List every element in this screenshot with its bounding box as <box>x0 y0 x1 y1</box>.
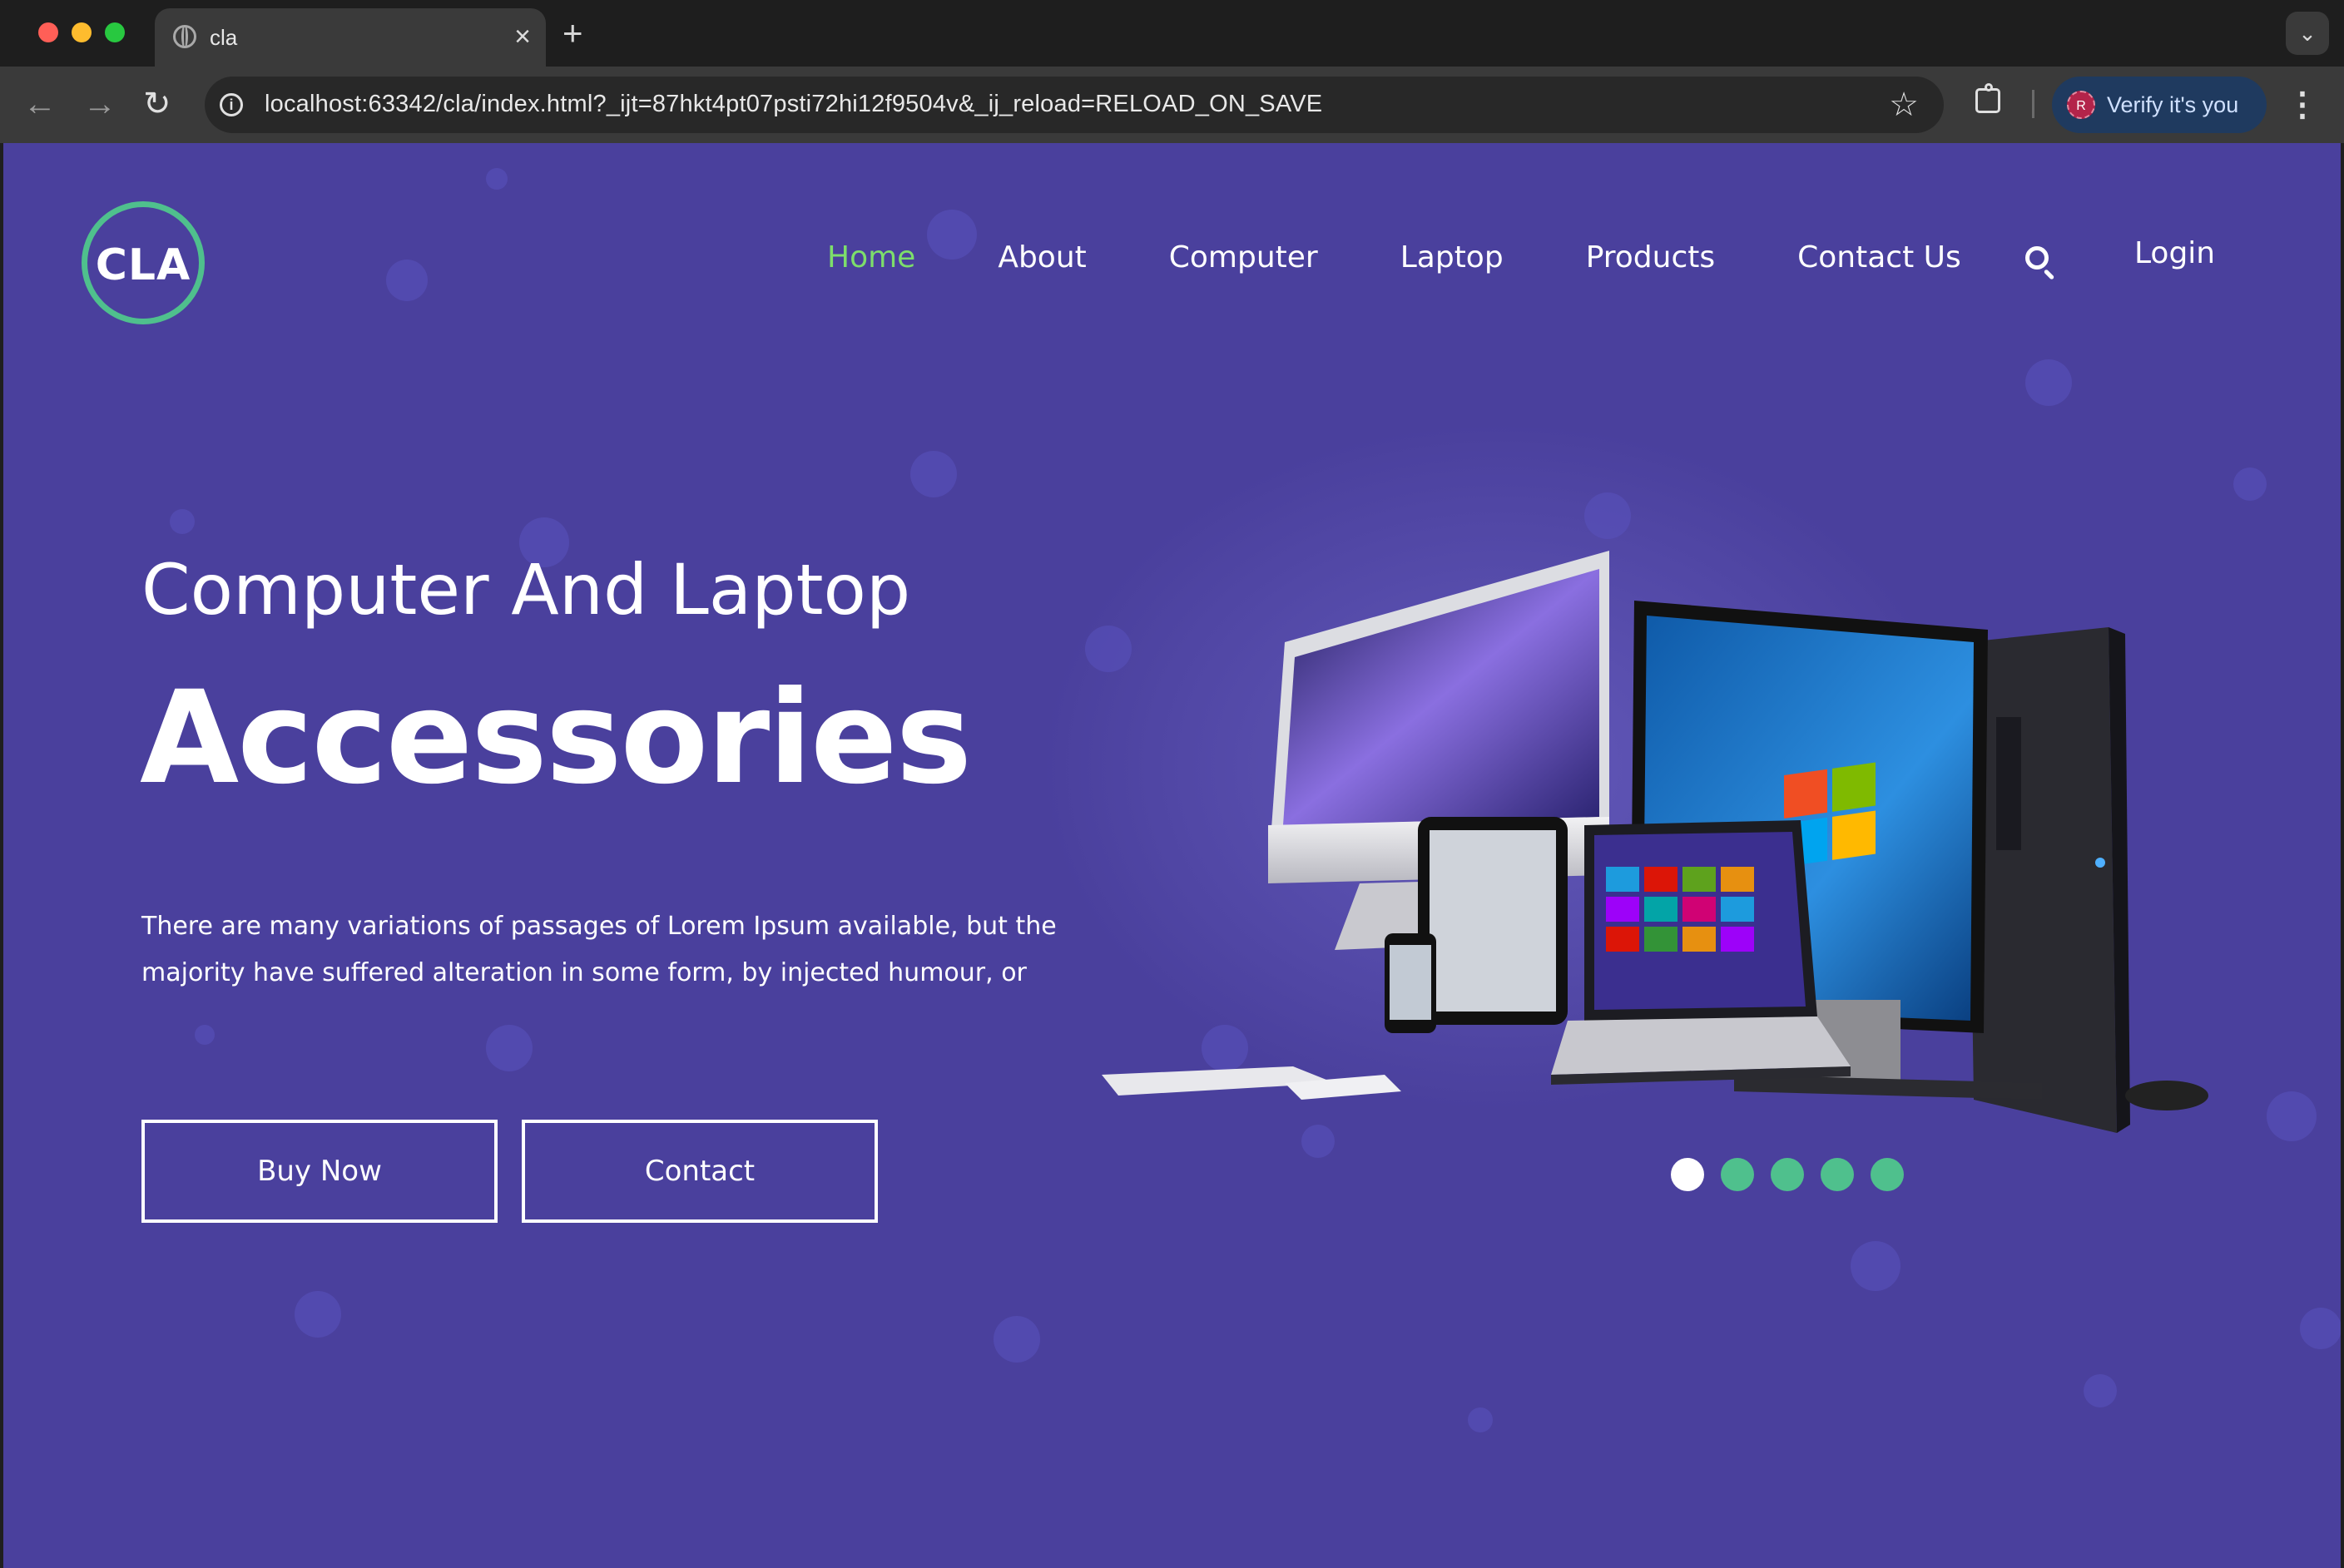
extensions-puzzle-icon[interactable] <box>1975 83 2000 113</box>
reload-icon[interactable]: ↻ <box>143 83 171 125</box>
background-bubble <box>295 1291 341 1338</box>
close-window-button[interactable] <box>38 22 58 42</box>
background-bubble <box>2025 359 2072 406</box>
nav-computer[interactable]: Computer <box>1169 240 1318 275</box>
minimize-window-button[interactable] <box>72 22 92 42</box>
globe-icon <box>173 25 196 48</box>
verify-label: Verify it's you <box>2107 92 2239 117</box>
nav-about[interactable]: About <box>998 240 1086 275</box>
background-bubble <box>1584 492 1631 539</box>
browser-toolbar: ← → ↻ i localhost:63342/cla/index.html?_… <box>0 67 2344 143</box>
iphone <box>1385 933 1436 1033</box>
background-bubble <box>1851 1241 1900 1291</box>
tab-title: cla <box>210 25 238 50</box>
background-bubble <box>195 1025 215 1045</box>
nav-login[interactable]: Login <box>2134 236 2215 270</box>
hero-title: Accessories <box>140 664 972 813</box>
devices-illustration <box>1102 551 2208 1133</box>
browser-tab-bar: cla × + ⌄ <box>0 0 2344 67</box>
tab-search-button[interactable]: ⌄ <box>2286 12 2329 55</box>
background-bubble <box>2084 1374 2117 1407</box>
url-text[interactable]: localhost:63342/cla/index.html?_ijt=87hk… <box>265 91 1322 118</box>
buy-now-button[interactable]: Buy Now <box>141 1120 498 1223</box>
site-logo[interactable]: CLA <box>82 201 205 324</box>
background-bubble <box>386 260 428 301</box>
tower-pc <box>1967 627 2130 1133</box>
nav-products[interactable]: Products <box>1586 240 1715 275</box>
nav-home[interactable]: Home <box>827 240 915 275</box>
avatar: R <box>2067 91 2095 119</box>
hero-description: There are many variations of passages of… <box>141 912 1057 987</box>
main-nav: Home About Computer Laptop Products Cont… <box>827 236 2044 278</box>
mouse <box>2125 1081 2208 1110</box>
background-bubble <box>2233 467 2267 501</box>
background-bubble <box>2300 1308 2341 1349</box>
contact-button[interactable]: Contact <box>522 1120 878 1223</box>
forward-arrow-icon[interactable]: → <box>83 83 116 125</box>
profile-verify-button[interactable]: R Verify it's you <box>2052 77 2267 133</box>
background-bubble <box>910 451 957 497</box>
background-bubble <box>994 1316 1040 1363</box>
carousel-dot-3[interactable] <box>1771 1158 1804 1191</box>
back-arrow-icon[interactable]: ← <box>23 83 57 125</box>
page-viewport: CLA Home About Computer Laptop Products … <box>3 143 2341 1568</box>
carousel-dot-1[interactable] <box>1671 1158 1704 1191</box>
background-bubble <box>1468 1407 1493 1432</box>
hero-subtitle: Computer And Laptop <box>141 549 911 631</box>
background-bubble <box>486 1025 533 1071</box>
background-bubble <box>170 509 195 534</box>
new-tab-button[interactable]: + <box>562 15 583 52</box>
logo-text: CLA <box>95 240 191 290</box>
address-bar[interactable]: i localhost:63342/cla/index.html?_ijt=87… <box>205 77 1944 133</box>
ipad <box>1418 817 1568 1025</box>
tab-close-icon[interactable]: × <box>514 20 531 53</box>
bookmark-star-icon[interactable]: ☆ <box>1889 85 1919 125</box>
carousel-dot-2[interactable] <box>1721 1158 1754 1191</box>
carousel-dot-4[interactable] <box>1821 1158 1854 1191</box>
nav-laptop[interactable]: Laptop <box>1400 240 1504 275</box>
search-icon[interactable] <box>2025 246 2049 270</box>
toolbar-divider <box>2032 90 2034 118</box>
background-bubble <box>2267 1091 2317 1141</box>
more-menu-icon[interactable]: ⋮ <box>2286 80 2319 130</box>
carousel-dot-5[interactable] <box>1871 1158 1904 1191</box>
background-bubble <box>486 168 508 190</box>
nav-contact-us[interactable]: Contact Us <box>1797 240 1961 275</box>
site-info-icon[interactable]: i <box>220 93 243 116</box>
maximize-window-button[interactable] <box>105 22 125 42</box>
browser-tab[interactable]: cla × <box>155 8 546 67</box>
carousel-indicators <box>1671 1158 1920 1191</box>
